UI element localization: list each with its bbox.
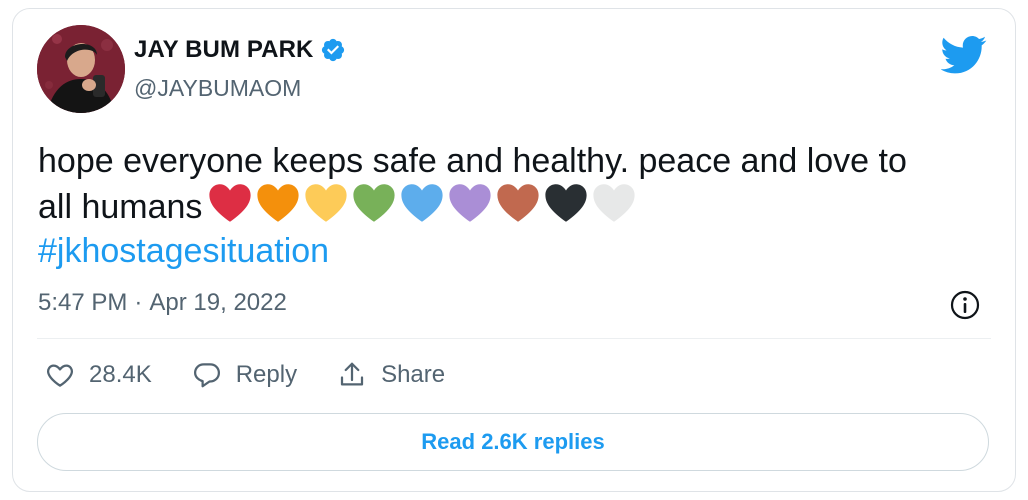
purple-heart-icon (449, 184, 492, 222)
yellow-heart-icon (305, 184, 348, 222)
brown-heart-icon (497, 184, 540, 222)
like-button[interactable]: 28.4K (45, 360, 152, 390)
tweet-time: 5:47 PM (38, 289, 128, 316)
share-label: Share (381, 361, 446, 388)
author-handle[interactable]: @JAYBUMAOM (134, 75, 301, 102)
avatar-photo (37, 25, 125, 113)
red-heart-icon (209, 184, 252, 222)
share-upload-icon (340, 362, 364, 386)
heart-emojis (208, 183, 636, 223)
author-display-name[interactable]: JAY BUM PARK (134, 36, 313, 64)
tweet-card: JAY BUM PARK @JAYBUMAOM hope everyone ke… (12, 8, 1016, 492)
meta-separator: · (134, 289, 143, 316)
share-button[interactable]: Share (337, 360, 445, 390)
tweet-timestamp[interactable]: 5:47 PM · Apr 19, 2022 (38, 289, 287, 317)
black-heart-icon (545, 184, 588, 222)
tweet-text-line-1: hope everyone keeps safe and healthy. pe… (38, 142, 907, 180)
hashtag-link[interactable]: #jkhostagesituation (38, 229, 998, 273)
reply-label: Reply (235, 361, 298, 388)
avatar[interactable] (37, 25, 125, 113)
tweet-text-line-2-text: all humans (38, 188, 203, 226)
like-count: 28.4K (89, 361, 152, 388)
heart-outline-icon (47, 364, 73, 387)
green-heart-icon (353, 184, 396, 222)
read-replies-button[interactable]: Read 2.6K replies (37, 413, 989, 471)
tweet-text: hope everyone keeps safe and healthy. pe… (38, 139, 998, 273)
white-heart-icon (593, 184, 636, 222)
reply-bubble-icon (193, 363, 220, 388)
info-icon[interactable] (949, 289, 981, 321)
reply-button[interactable]: Reply (192, 360, 297, 390)
tweet-text-line-2: all humans (38, 183, 998, 229)
action-bar: 28.4K Reply Share (45, 360, 485, 390)
blue-heart-icon (401, 184, 444, 222)
tweet-date: Apr 19, 2022 (149, 289, 287, 316)
twitter-bird-icon[interactable] (941, 31, 987, 77)
verified-badge-icon (322, 38, 345, 62)
orange-heart-icon (257, 184, 300, 222)
divider (37, 338, 991, 339)
